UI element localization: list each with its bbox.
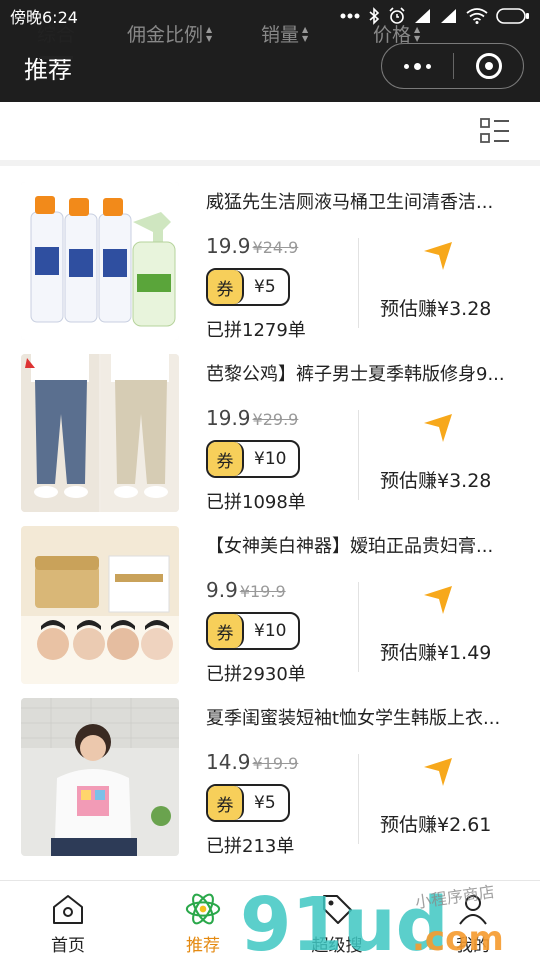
- atom-icon: [185, 891, 221, 927]
- sold-count: 已拼213单: [206, 836, 295, 857]
- dots-icon: [340, 13, 360, 19]
- battery-icon: [496, 8, 529, 24]
- tag-icon: [319, 891, 355, 927]
- coupon-badge[interactable]: 券 ¥10: [206, 612, 301, 650]
- sort-arrows-icon: ▲ ▼: [206, 24, 213, 43]
- product-card[interactable]: 芭黎公鸡】裤子男士夏季韩版修身9... 19.9 ¥29.9 券 ¥10 已拼109…: [0, 340, 540, 513]
- card-divider: [358, 582, 359, 672]
- product-title[interactable]: 芭黎公鸡】裤子男士夏季韩版修身9...: [206, 360, 521, 386]
- tab-super-search[interactable]: 超级搜: [282, 881, 392, 960]
- original-price: ¥29.9: [252, 410, 299, 429]
- card-divider: [358, 238, 359, 328]
- product-price: 9.9 ¥19.9: [206, 578, 286, 602]
- coupon-tag: 券: [208, 442, 244, 476]
- bottom-tab-bar: 首页 推荐 超级搜 我的: [0, 880, 540, 960]
- coupon-value: ¥5: [254, 277, 276, 297]
- sort-tab-label: 佣金比例: [127, 24, 204, 46]
- price-value: 14.9: [206, 750, 251, 774]
- product-card[interactable]: 威猛先生洁厕液马桶卫生间清香洁... 19.9 ¥24.9 券 ¥5 已拼1279单…: [0, 168, 540, 341]
- original-price: ¥19.9: [252, 754, 299, 773]
- mini-program-capsule: [381, 43, 524, 89]
- product-card[interactable]: 夏季闺蜜装短袖t恤女学生韩版上衣... 14.9 ¥19.9 券 ¥5 已拼213单…: [0, 684, 540, 857]
- coupon-badge[interactable]: 券 ¥5: [206, 268, 290, 306]
- list-layout-icon[interactable]: [480, 118, 510, 144]
- original-price: ¥19.9: [239, 582, 286, 601]
- coupon-badge[interactable]: 券 ¥5: [206, 784, 290, 822]
- sort-arrows-icon: ▲ ▼: [302, 24, 309, 43]
- tab-home[interactable]: 首页: [13, 881, 123, 960]
- card-divider: [358, 754, 359, 844]
- product-image[interactable]: [21, 354, 179, 512]
- coupon-tag: 券: [208, 786, 244, 820]
- estimated-earning: 预估赚¥1.49: [380, 642, 492, 664]
- sold-count: 已拼2930单: [206, 664, 306, 685]
- share-arrow-icon[interactable]: [422, 412, 454, 444]
- coupon-tag: 券: [208, 614, 244, 648]
- tab-label: 我的: [456, 936, 490, 956]
- sort-arrows-icon: ▲ ▼: [414, 24, 421, 43]
- price-value: 19.9: [206, 406, 251, 430]
- active-tab-indicator: [40, 56, 73, 59]
- tab-label: 超级搜: [311, 936, 363, 956]
- status-icons: [340, 7, 530, 25]
- sold-count: 已拼1098单: [206, 492, 306, 513]
- signal-icon: [441, 9, 456, 23]
- target-close-icon[interactable]: [454, 44, 523, 88]
- home-icon: [50, 891, 86, 927]
- share-arrow-icon[interactable]: [422, 756, 454, 788]
- sort-tab-sales[interactable]: 销量 ▲ ▼: [261, 20, 308, 47]
- coupon-value: ¥10: [254, 621, 287, 641]
- sold-count: 已拼1279单: [206, 320, 306, 341]
- product-title[interactable]: 【女神美白神器】嫒珀正品贵妇膏...: [206, 532, 521, 558]
- coupon-value: ¥5: [254, 793, 276, 813]
- share-arrow-icon[interactable]: [422, 240, 454, 272]
- sort-tab-label: 综合: [37, 24, 76, 46]
- card-divider: [358, 410, 359, 500]
- sort-bar: [0, 102, 540, 160]
- share-arrow-icon[interactable]: [422, 584, 454, 616]
- sort-tab-label: 销量: [261, 24, 300, 46]
- tab-mine[interactable]: 我的: [418, 881, 528, 960]
- estimated-earning: 预估赚¥3.28: [380, 470, 492, 492]
- product-image[interactable]: [21, 698, 179, 856]
- coupon-badge[interactable]: 券 ¥10: [206, 440, 301, 478]
- estimated-earning: 预估赚¥2.61: [380, 814, 492, 836]
- product-price: 19.9 ¥29.9: [206, 406, 298, 430]
- price-value: 9.9: [206, 578, 238, 602]
- user-icon: [455, 891, 491, 927]
- price-value: 19.9: [206, 234, 251, 258]
- sort-tab-label: 价格: [373, 24, 412, 46]
- original-price: ¥24.9: [252, 238, 299, 257]
- product-title[interactable]: 威猛先生洁厕液马桶卫生间清香洁...: [206, 188, 521, 214]
- product-price: 14.9 ¥19.9: [206, 750, 298, 774]
- product-card[interactable]: 【女神美白神器】嫒珀正品贵妇膏... 9.9 ¥19.9 券 ¥10 已拼2930单…: [0, 512, 540, 685]
- sort-tab-commission[interactable]: 佣金比例 ▲ ▼: [127, 20, 212, 47]
- sort-tab-comprehensive[interactable]: 综合: [37, 20, 75, 47]
- tab-label: 推荐: [186, 936, 220, 956]
- product-title[interactable]: 夏季闺蜜装短袖t恤女学生韩版上衣...: [206, 704, 521, 730]
- estimated-earning: 预估赚¥3.28: [380, 298, 492, 320]
- coupon-tag: 券: [208, 270, 244, 304]
- more-dots-icon[interactable]: [382, 44, 453, 88]
- coupon-value: ¥10: [254, 449, 287, 469]
- section-divider: [0, 160, 540, 166]
- product-price: 19.9 ¥24.9: [206, 234, 298, 258]
- wifi-icon: [466, 8, 488, 24]
- sort-tab-price[interactable]: 价格 ▲ ▼: [373, 20, 420, 47]
- tab-recommend[interactable]: 推荐: [148, 881, 258, 960]
- product-image[interactable]: [21, 526, 179, 684]
- product-image[interactable]: [21, 182, 179, 340]
- tab-label: 首页: [51, 936, 85, 956]
